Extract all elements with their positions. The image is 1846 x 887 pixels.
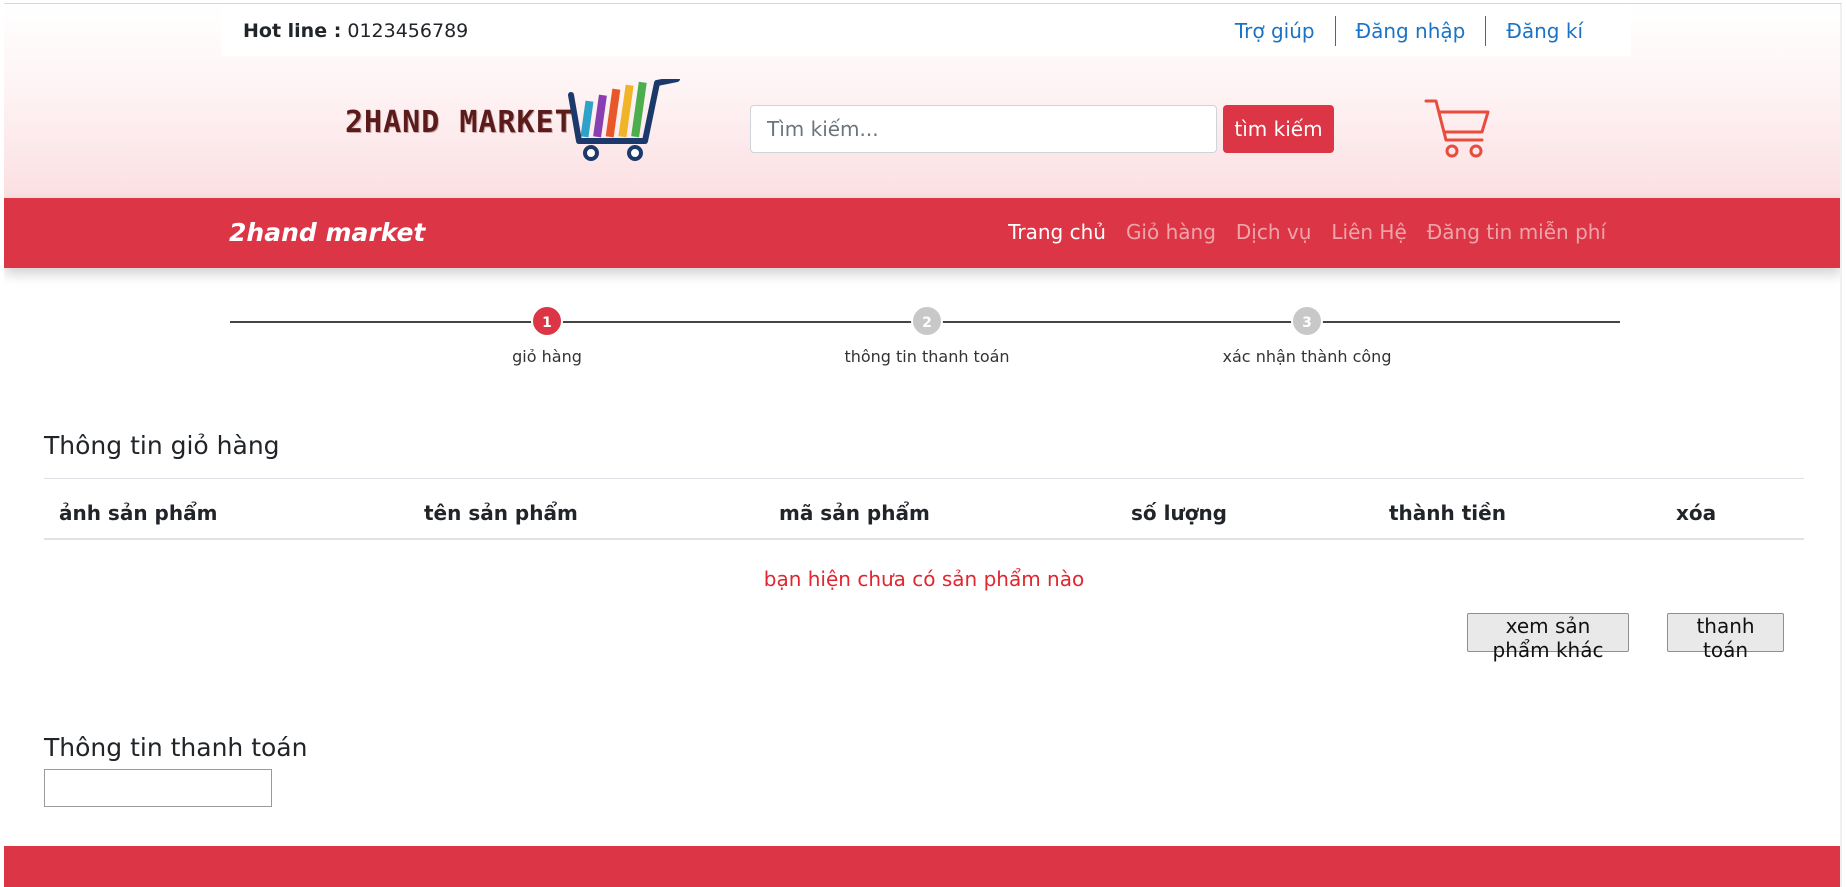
nav-item-contact[interactable]: Liên Hệ <box>1331 220 1406 244</box>
page: Hot line : 0123456789 Trợ giúp Đăng nhập… <box>4 3 1842 887</box>
nav-item-post-free[interactable]: Đăng tin miễn phí <box>1427 220 1606 244</box>
step-cart: 1 giỏ hàng <box>437 305 657 366</box>
column-header: xóa <box>1676 501 1717 525</box>
main-navbar: 2hand market Trang chủ Giỏ hàng Dịch vụ … <box>4 198 1842 268</box>
payment-section-title: Thông tin thanh toán <box>44 733 308 762</box>
search-button[interactable]: tìm kiếm <box>1223 105 1334 153</box>
hotline-label: Hot line : <box>243 20 342 42</box>
step-number: 2 <box>911 305 943 337</box>
nav-menu: Trang chủ Giỏ hàng Dịch vụ Liên Hệ Đăng … <box>1008 220 1606 244</box>
empty-cart-message: bạn hiện chưa có sản phẩm nào <box>763 567 1085 591</box>
register-link[interactable]: Đăng kí <box>1486 16 1603 46</box>
search-input[interactable] <box>750 105 1217 153</box>
step-label: xác nhận thành công <box>1222 347 1392 366</box>
help-link[interactable]: Trợ giúp <box>1215 16 1335 46</box>
header: Hot line : 0123456789 Trợ giúp Đăng nhập… <box>4 4 1842 198</box>
column-header: ảnh sản phẩm <box>59 501 218 525</box>
topbar: Hot line : 0123456789 Trợ giúp Đăng nhập… <box>221 4 1631 56</box>
column-header: mã sản phẩm <box>779 501 930 525</box>
column-header: thành tiền <box>1389 501 1506 525</box>
payment-info-box[interactable] <box>44 769 272 807</box>
nav-item-home[interactable]: Trang chủ <box>1008 220 1106 244</box>
step-label: giỏ hàng <box>512 347 582 366</box>
nav-item-cart[interactable]: Giỏ hàng <box>1126 220 1216 244</box>
view-more-products-button[interactable]: xem sản phẩm khác <box>1467 613 1629 662</box>
step-label: thông tin thanh toán <box>844 347 1010 366</box>
footer <box>4 846 1842 887</box>
logo-cart-icon <box>568 79 680 161</box>
logo-text: 2HAND MARKET <box>345 105 574 140</box>
site-logo[interactable]: 2HAND MARKET <box>345 79 685 164</box>
checkout-button[interactable]: thanh toán <box>1667 613 1784 662</box>
column-header: số lượng <box>1131 501 1227 525</box>
shopping-cart-icon[interactable] <box>1424 96 1492 162</box>
navbar-brand[interactable]: 2hand market <box>229 218 425 247</box>
step-number: 3 <box>1291 305 1323 337</box>
cart-table-header: ảnh sản phẩm tên sản phẩm mã sản phẩm số… <box>44 478 1804 540</box>
hotline: Hot line : 0123456789 <box>243 20 468 42</box>
hotline-number: 0123456789 <box>347 20 469 42</box>
scrollbar[interactable] <box>1840 4 1842 887</box>
checkout-progress: 1 giỏ hàng 2 thông tin thanh toán 3 xác … <box>230 305 1620 380</box>
step-confirmation: 3 xác nhận thành công <box>1197 305 1417 366</box>
step-number: 1 <box>531 305 563 337</box>
cart-table: ảnh sản phẩm tên sản phẩm mã sản phẩm số… <box>44 478 1804 591</box>
login-link[interactable]: Đăng nhập <box>1336 16 1486 46</box>
column-header: tên sản phẩm <box>424 501 578 525</box>
nav-item-services[interactable]: Dịch vụ <box>1236 220 1312 244</box>
cart-section-title: Thông tin giỏ hàng <box>44 431 280 460</box>
top-links: Trợ giúp Đăng nhập Đăng kí <box>1215 16 1603 46</box>
step-payment-info: 2 thông tin thanh toán <box>817 305 1037 366</box>
